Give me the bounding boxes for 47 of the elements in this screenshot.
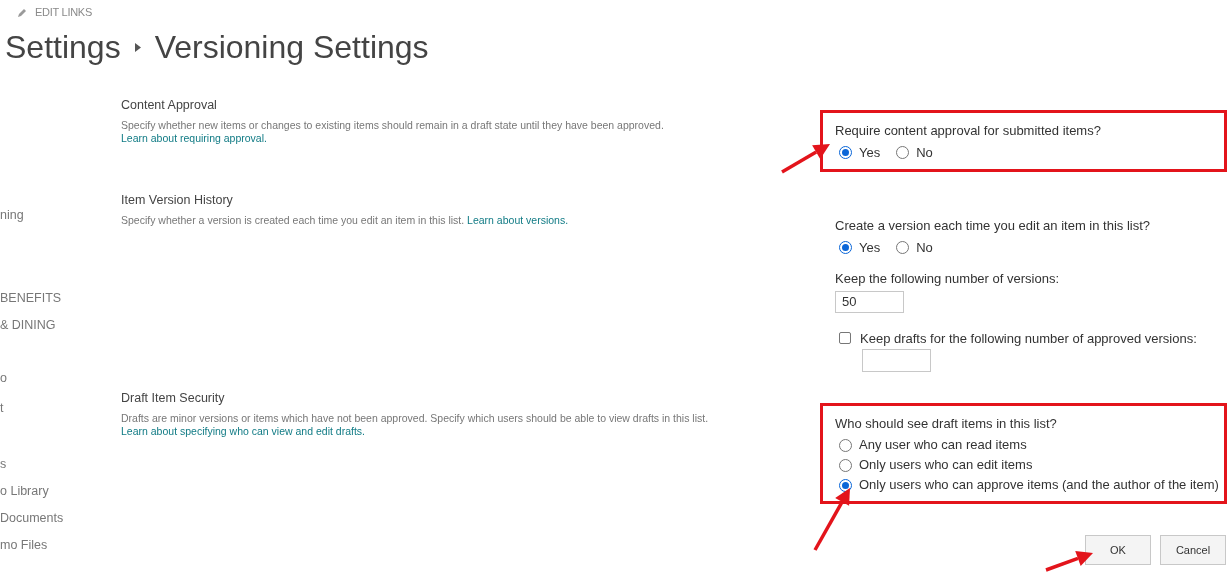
radio-button[interactable] bbox=[839, 241, 852, 255]
radio-button[interactable] bbox=[839, 458, 852, 472]
option-label: Yes bbox=[859, 239, 881, 257]
field-label: Who should see draft items in this list? bbox=[835, 415, 1058, 433]
field-label: Keep drafts for the following number of approved versions: bbox=[860, 329, 1197, 348]
radio-button[interactable] bbox=[839, 478, 852, 492]
nav-item[interactable]: mo Files bbox=[0, 532, 121, 559]
number-field[interactable]: 50 bbox=[835, 290, 904, 313]
nav-item[interactable]: o Library bbox=[0, 478, 121, 505]
learn-more-link[interactable]: Learn about versions. bbox=[467, 214, 569, 226]
nav-item[interactable]: BENEFITS bbox=[0, 285, 121, 312]
option-label: No bbox=[916, 144, 933, 162]
breadcrumb-title[interactable]: Settings bbox=[5, 31, 121, 63]
section-title: Item Version History bbox=[121, 192, 234, 208]
nav-item[interactable]: & DINING bbox=[0, 312, 121, 339]
field-label: Require content approval for submitted items? bbox=[835, 122, 1102, 140]
radio-button[interactable] bbox=[896, 241, 910, 255]
nav-item[interactable]: Documents bbox=[0, 505, 121, 532]
section-description: Specify whether a version is created each time you edit an item in this list. Learn about versions. bbox=[121, 214, 570, 227]
breadcrumb-arrow-icon bbox=[134, 42, 141, 52]
section-description: Specify whether new items or changes to existing items should remain in a draft state until they have been approved. Learn about requiring approval. bbox=[121, 119, 665, 145]
nav-item[interactable]: s bbox=[0, 451, 121, 478]
number-field[interactable] bbox=[862, 349, 931, 372]
nav-item[interactable]: t bbox=[0, 395, 121, 422]
learn-more-link[interactable]: Learn about requiring approval. bbox=[121, 132, 267, 144]
nav-item[interactable]: ning bbox=[0, 202, 121, 229]
option-label: Yes bbox=[859, 144, 881, 162]
radio-button[interactable] bbox=[839, 438, 852, 452]
field-label: Keep the following number of versions: bbox=[835, 269, 1060, 288]
section-title: Content Approval bbox=[121, 97, 218, 113]
section-description: Drafts are minor versions or items which have not been approved. Specify which users should be able to view drafts in this list. Learn about specifying who can view and edit drafts. bbox=[121, 412, 710, 438]
dialog-button[interactable]: OK bbox=[1085, 535, 1151, 565]
option-label: Any user who can read items bbox=[859, 436, 1027, 455]
nav-item[interactable]: o bbox=[0, 365, 121, 392]
radio-button[interactable] bbox=[839, 146, 852, 160]
learn-more-link[interactable]: Learn about specifying who can view and edit drafts. bbox=[121, 425, 365, 437]
edit-links-link[interactable]: EDIT LINKS bbox=[35, 4, 92, 21]
radio-button[interactable] bbox=[896, 146, 910, 160]
pencil-icon bbox=[17, 7, 27, 18]
breadcrumb-title: Versioning Settings bbox=[154, 31, 429, 63]
field-label: Create a version each time you edit an item in this list? bbox=[835, 217, 1152, 235]
option-label: Only users who can approve items (and the author of the item) bbox=[859, 476, 1219, 495]
dialog-button[interactable]: Cancel bbox=[1160, 535, 1226, 565]
section-title: Draft Item Security bbox=[121, 390, 226, 406]
option-label: No bbox=[916, 239, 933, 257]
option-label: Only users who can edit items bbox=[859, 456, 1033, 475]
checkbox[interactable] bbox=[839, 332, 851, 345]
